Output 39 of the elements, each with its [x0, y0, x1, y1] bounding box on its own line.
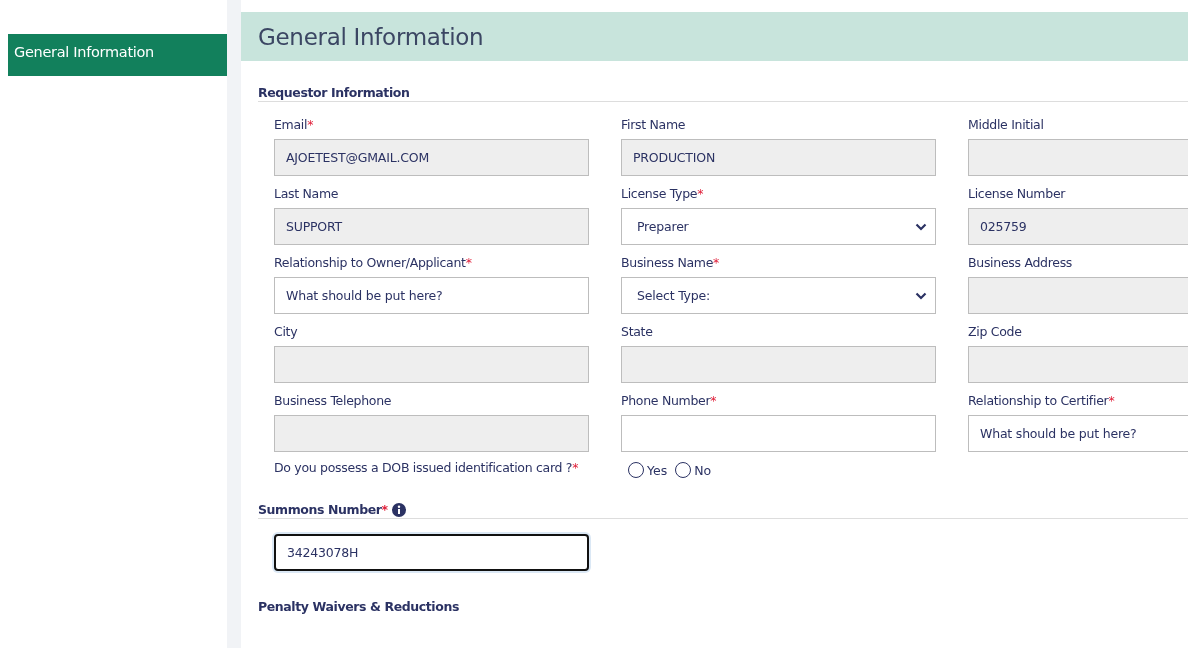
question-label: Do you possess a DOB issued identification card ?* [274, 462, 580, 473]
section-title: Requestor Information [258, 85, 1188, 102]
input-field[interactable]: 025759 [968, 208, 1188, 245]
field-label: Relationship to Owner/Applicant* [274, 255, 473, 271]
input-field[interactable]: PRODUCTION [621, 139, 936, 176]
section-title: Penalty Waivers & Reductions [258, 599, 460, 615]
select-field[interactable]: Select Type: [621, 277, 936, 314]
field-label: Email* [274, 117, 315, 133]
field-label: Zip Code [968, 324, 1023, 340]
field-label: Business Address [968, 255, 1074, 271]
field-label: License Number [968, 186, 1067, 202]
chevron-down-icon [915, 291, 927, 300]
page-title: General Information [258, 23, 484, 50]
field-label: City [274, 324, 299, 340]
input-field[interactable]: What should be put here? [968, 415, 1188, 452]
chevron-down-icon [915, 222, 927, 231]
field-label: First Name [621, 117, 687, 133]
input-field[interactable]: SUPPORT [274, 208, 589, 245]
select-field[interactable]: Preparer [621, 208, 936, 245]
input-field[interactable]: AJOETEST@GMAIL.COM [274, 139, 589, 176]
field-label: License Type* [621, 186, 705, 202]
field-label: Business Name* [621, 255, 721, 271]
radio-option[interactable]: No [675, 462, 712, 478]
input-field[interactable]: 34243078H [274, 534, 589, 571]
info-icon[interactable] [391, 502, 406, 517]
field-label: Last Name [274, 186, 340, 202]
field-label: Relationship to Certifier* [968, 393, 1116, 409]
radio-option[interactable]: Yes [628, 462, 668, 478]
sidebar-item[interactable]: General Information [8, 34, 227, 76]
input-field[interactable]: What should be put here? [274, 277, 589, 314]
field-label: State [621, 324, 654, 340]
input-field[interactable] [274, 415, 589, 452]
input-field[interactable] [621, 346, 936, 383]
field-label: Middle Initial [968, 117, 1045, 133]
field-label: Phone Number* [621, 393, 718, 409]
field-label: Business Telephone [274, 393, 393, 409]
section-title: Summons Number* [258, 502, 388, 517]
input-field[interactable] [274, 346, 589, 383]
input-field[interactable] [621, 415, 936, 452]
